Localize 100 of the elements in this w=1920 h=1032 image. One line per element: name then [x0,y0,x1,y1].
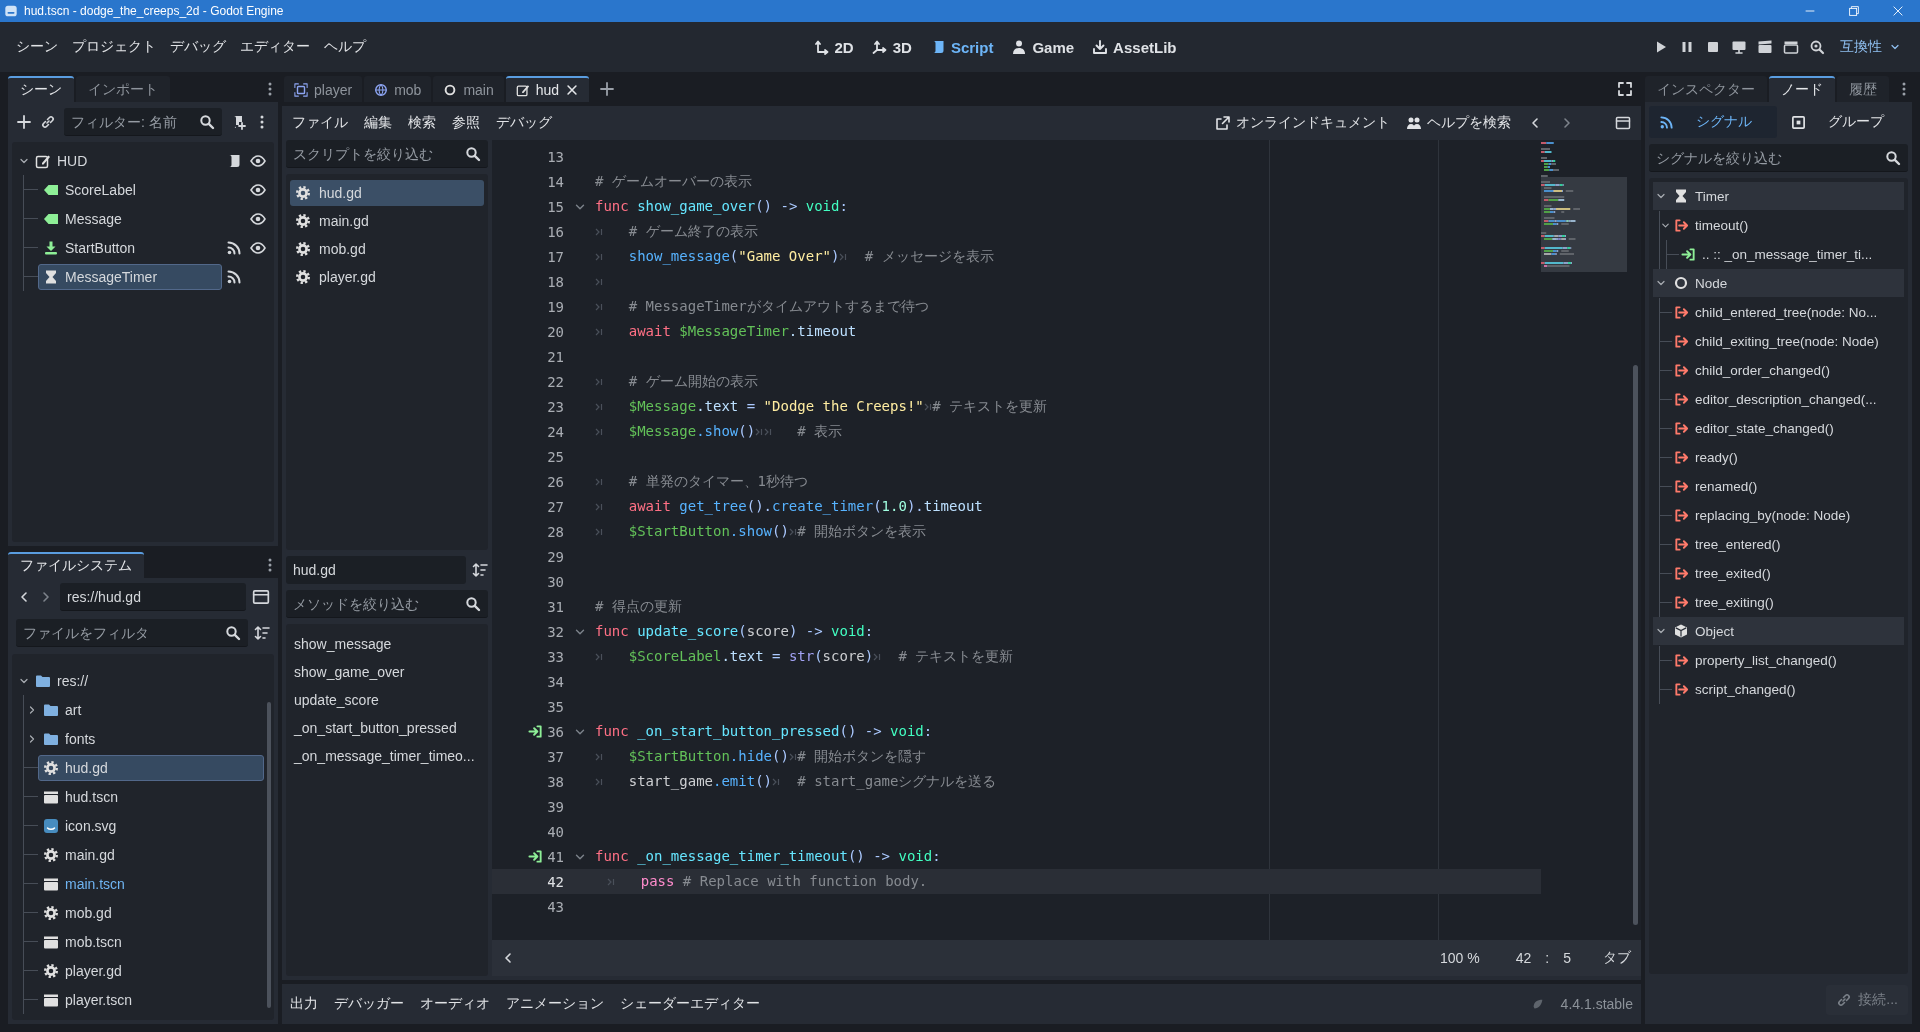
version-label[interactable]: 4.4.1.stable [1560,996,1633,1012]
arrow-into-bracket-icon[interactable] [528,849,544,864]
dock-tab[interactable]: シーン [8,76,74,102]
tree-item[interactable]: main.gd [38,841,264,868]
tree-item[interactable]: hud.gd [38,754,264,781]
script-tab[interactable]: hud [505,76,590,102]
eye-icon[interactable] [250,239,266,256]
tree-item[interactable]: player.gd [38,957,264,984]
script-tab[interactable]: mob [364,76,432,102]
script-item[interactable]: main.gd [290,208,484,234]
eye-icon[interactable] [250,181,266,198]
signal-item[interactable]: child_exiting_tree(node: Node) [1672,334,1879,349]
menu-item[interactable]: シーン [10,33,64,61]
dock-tab[interactable]: ファイルシステム [8,552,144,578]
tree-item[interactable]: ScoreLabel [38,176,246,203]
menu-item[interactable]: 参照 [452,114,480,132]
panel-tab[interactable]: デバッガー [334,991,404,1017]
tree-item[interactable]: fonts [38,725,264,752]
method-item[interactable]: update_score [290,686,484,714]
tree-item[interactable]: MessageTimer [38,263,222,290]
script-item[interactable]: hud.gd [290,180,484,206]
connection-item[interactable]: .. :: _on_message_timer_ti... [1679,247,1873,262]
magnifier-icon[interactable] [1809,39,1825,55]
method-item[interactable]: _on_start_button_pressed [290,714,484,742]
tree-item[interactable]: HUD [30,147,222,174]
monitor-icon[interactable] [1731,39,1747,55]
section-header[interactable]: Node [1653,269,1904,297]
tree-item[interactable]: res:// [30,667,264,694]
signal-item[interactable]: ready() [1672,450,1738,465]
signal-item[interactable]: editor_state_changed() [1672,421,1834,436]
tree-item[interactable]: mob.gd [38,899,264,926]
workspace-button[interactable]: 2D [806,33,861,61]
split-view-icon[interactable] [252,588,270,606]
docs-link[interactable]: オンラインドキュメント [1215,114,1390,132]
method-item[interactable]: show_message [290,630,484,658]
filter-field[interactable]: スクリプトを絞り込む [286,140,488,168]
signal-item[interactable]: replacing_by(node: Node) [1672,508,1851,523]
signal-item[interactable]: editor_description_changed(... [1672,392,1877,407]
script-tab[interactable]: main [433,76,504,102]
clapperboard-icon[interactable] [1757,39,1773,55]
restore-icon[interactable] [1847,4,1861,18]
signal-icon[interactable] [226,239,242,256]
signal-item[interactable]: property_list_changed() [1672,653,1837,668]
section-header[interactable]: Object [1653,617,1904,645]
eye-icon[interactable] [250,152,266,169]
workspace-button[interactable]: AssetLib [1085,33,1184,61]
panel-toggle-icon[interactable] [1615,115,1631,131]
tree-item[interactable]: mob.tscn [38,928,264,955]
stop-icon[interactable] [1705,39,1721,55]
close-icon[interactable] [565,83,580,97]
panel-tab[interactable]: オーディオ [420,991,490,1017]
signal-item[interactable]: child_order_changed() [1672,363,1831,378]
help-search-button[interactable]: ヘルプを検索 [1406,114,1511,132]
menu-item[interactable]: ヘルプ [318,33,372,61]
signal-item[interactable]: child_entered_tree(node: No... [1672,305,1878,320]
signal-icon[interactable] [226,268,242,285]
tree-item[interactable]: player.tscn [38,986,264,1013]
panel-tab[interactable]: アニメーション [506,991,604,1017]
tree-item[interactable]: hud.tscn [38,783,264,810]
signal-item[interactable]: tree_exited() [1672,566,1771,581]
menu-item[interactable]: デバッグ [164,33,232,61]
panel-tab[interactable]: 出力 [290,991,318,1017]
filter-field[interactable]: ファイルをフィルタ [16,619,248,647]
tree-item[interactable]: main.tscn [38,870,264,897]
signal-item[interactable]: tree_exiting() [1672,595,1774,610]
menu-item[interactable]: ファイル [292,114,348,132]
add-tab-icon[interactable] [599,81,616,97]
sort-icon[interactable] [472,562,488,578]
signal-item[interactable]: script_changed() [1672,682,1796,697]
fullscreen-icon[interactable] [1617,81,1633,97]
menu-item[interactable]: 検索 [408,114,436,132]
menu-item[interactable]: 編集 [364,114,392,132]
sort-icon[interactable] [254,625,270,641]
clapperboard-icon[interactable] [1783,39,1799,55]
tree-item[interactable]: Message [38,205,246,232]
panel-tab[interactable]: シェーダーエディター [620,991,760,1017]
signal-item[interactable]: tree_entered() [1672,537,1781,552]
dock-tab[interactable]: インポート [76,76,170,102]
tree-item[interactable]: art [38,696,264,723]
minimap-drawing[interactable] [1541,142,1627,273]
method-item[interactable]: _on_message_timer_timeo... [290,742,484,770]
dock-tab[interactable]: 履歴 [1837,76,1889,102]
arrow-into-bracket-icon[interactable] [528,724,544,739]
workspace-button[interactable]: Script [922,33,1001,61]
link-icon[interactable] [40,114,56,130]
workspace-button[interactable]: 3D [864,33,919,61]
indentation-indicator[interactable]: タブ [1603,949,1631,967]
filter-field[interactable]: フィルター: 名前 [64,108,222,136]
tree-item[interactable]: StartButton [38,234,222,261]
dock-tab[interactable]: ノード [1769,76,1835,102]
mode-tab[interactable]: グループ [1780,106,1908,138]
eye-icon[interactable] [250,210,266,227]
add-icon[interactable] [16,114,32,130]
filter-field[interactable]: メソッドを絞り込む [286,590,488,618]
menu-item[interactable]: プロジェクト [66,33,162,61]
menu-item[interactable]: エディター [234,33,316,61]
workspace-button[interactable]: Game [1004,33,1082,61]
method-item[interactable]: show_game_over [290,658,484,686]
script-item[interactable]: player.gd [290,264,484,290]
signal-item[interactable]: timeout() [1672,218,1749,233]
